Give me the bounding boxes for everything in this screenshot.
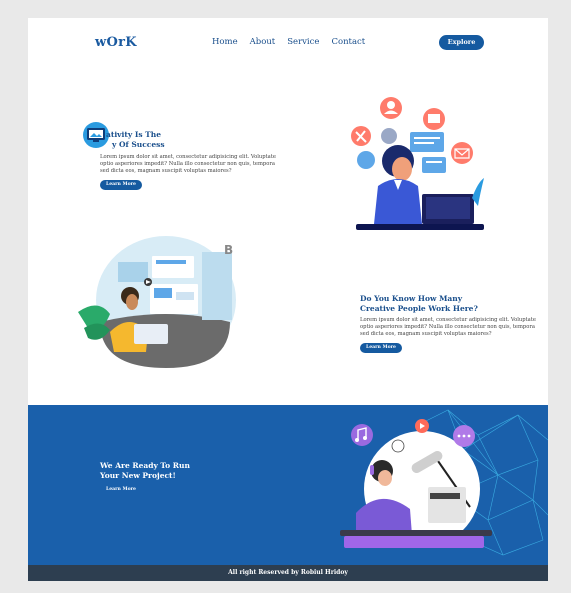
section1-title-line1: ativity Is The <box>106 130 161 139</box>
podcast-illustration <box>340 419 492 548</box>
cta-title-line1: We Are Ready To Run <box>100 461 190 470</box>
nav-menu: Home About Service Contact <box>212 37 365 47</box>
cta-section: We Are Ready To Run Your New Project! Le… <box>28 405 548 565</box>
section2-title: Do You Know How Many Creative People Wor… <box>360 294 478 314</box>
section1-title-line2: y Of Success <box>112 140 165 149</box>
section2-learn-more-button[interactable]: Learn More <box>360 343 402 353</box>
section2-title-line1: Do You Know How Many <box>360 294 463 303</box>
support-agent-illustration <box>351 97 484 230</box>
cta-learn-more-button[interactable]: Learn More <box>100 485 142 495</box>
nav-link-about[interactable]: About <box>250 37 276 47</box>
section1-learn-more-button[interactable]: Learn More <box>100 180 142 190</box>
footer: All right Reserved by Robiul Hridoy <box>28 565 548 581</box>
section1-title: ativity Is The y Of Success <box>106 130 165 150</box>
page: wOrK Home About Service Contact Explore … <box>28 18 548 581</box>
nav-link-service[interactable]: Service <box>287 37 319 47</box>
explore-button[interactable]: Explore <box>439 35 484 50</box>
nav-link-contact[interactable]: Contact <box>331 37 365 47</box>
svg-text:B: B <box>224 243 233 257</box>
section2-body: Lorem ipsum dolor sit amet, consectetur … <box>360 317 536 337</box>
cta-title: We Are Ready To Run Your New Project! <box>100 461 190 481</box>
section1-body: Lorem ipsum dolor sit amet, consectetur … <box>100 154 276 174</box>
logo[interactable]: wOrK <box>95 35 137 50</box>
navbar: wOrK Home About Service Contact Explore <box>28 18 548 68</box>
nav-link-home[interactable]: Home <box>212 37 238 47</box>
office-worker-illustration: B <box>78 236 236 368</box>
cta-title-line2: Your New Project! <box>100 471 176 480</box>
section2-title-line2: Creative People Work Here? <box>360 304 478 313</box>
